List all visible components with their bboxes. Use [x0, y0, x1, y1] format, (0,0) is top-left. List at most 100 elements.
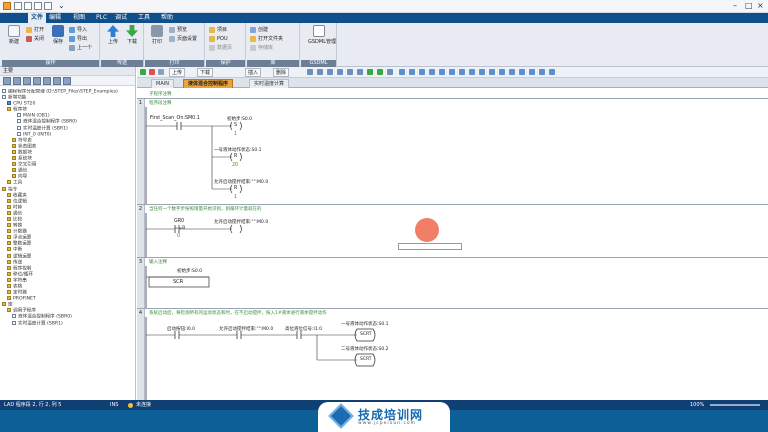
menu-edit[interactable]: 编辑 — [46, 13, 64, 23]
toolbar-icon-c[interactable] — [327, 69, 333, 75]
save-button[interactable]: 保存 — [49, 25, 67, 45]
folder-icon — [7, 192, 11, 197]
toolbar-icon-f[interactable] — [357, 69, 363, 75]
previous-button[interactable]: 上一个 — [69, 44, 92, 52]
toolbar-icon-g[interactable] — [367, 69, 373, 75]
tab-main[interactable]: MAIN — [151, 79, 174, 88]
tree-tool-icon-1[interactable] — [3, 77, 11, 85]
toolbar-icon-r[interactable] — [479, 69, 485, 75]
delete-button[interactable]: 删除 — [273, 68, 290, 77]
toolbar-icon-h[interactable] — [377, 69, 383, 75]
menu-tools[interactable]: 工具 — [135, 13, 153, 23]
print-icon[interactable] — [44, 2, 52, 10]
protect-project-button[interactable]: 项目 — [209, 26, 227, 34]
toolbar-icon-x[interactable] — [539, 69, 545, 75]
stop-icon[interactable] — [149, 69, 155, 75]
toolbar-icon-u[interactable] — [509, 69, 515, 75]
save-icon[interactable] — [34, 2, 42, 10]
tree-tool-icon-5[interactable] — [43, 77, 51, 85]
menu-plc[interactable]: PLC — [93, 13, 110, 23]
ribbon-group-transfer: 上传 下载 传送 — [101, 23, 144, 67]
tree-tool-icon-3[interactable] — [23, 77, 31, 85]
tree-tool-icon-7[interactable] — [63, 77, 71, 85]
toolbar-icon-k[interactable] — [409, 69, 415, 75]
menu-help[interactable]: 帮助 — [158, 13, 176, 23]
folder-icon — [7, 271, 11, 276]
gsdml-manage-button[interactable]: GSDML管理 — [308, 25, 336, 45]
printer-icon — [151, 25, 163, 37]
toolbar-icon-w[interactable] — [529, 69, 535, 75]
import-button[interactable]: 导入 — [69, 26, 87, 34]
coil-label-3: 允许启动搅拌结束:"":M0.0 — [214, 180, 269, 185]
toolbar-icon-s[interactable] — [489, 69, 495, 75]
menu-debug[interactable]: 调试 — [112, 13, 130, 23]
qa-dropdown-icon[interactable]: ⌄ — [58, 1, 65, 10]
tree-tool-icon-4[interactable] — [33, 77, 41, 85]
toolbar-icon-m[interactable] — [429, 69, 435, 75]
editor-download-button[interactable]: 下载 — [197, 68, 214, 77]
menu-view[interactable]: 视图 — [70, 13, 88, 23]
tree-item-label: 移位/循环 — [13, 272, 33, 278]
new-icon[interactable] — [14, 2, 22, 10]
close-icon[interactable]: × — [757, 1, 764, 10]
store-library-button[interactable]: 存储库 — [250, 44, 273, 52]
toolbar-icon-t[interactable] — [499, 69, 505, 75]
toolbar-icon-o[interactable] — [449, 69, 455, 75]
tab-realtime-temperature[interactable]: 实时温度计算 — [249, 79, 290, 88]
print-button[interactable]: 打印 — [148, 25, 166, 45]
tree-item-label: 收藏夹 — [13, 193, 27, 199]
export-button[interactable]: 导出 — [69, 35, 87, 43]
run-icon[interactable] — [140, 69, 146, 75]
protect-pou-button[interactable]: POU — [209, 35, 228, 43]
menu-file[interactable]: 文件 — [28, 13, 47, 23]
rung-4[interactable]: 4 系统启动后，将检测所有的运动状态和时，在不启动搅拌，按入1#液体进行液体搅拌… — [137, 308, 768, 401]
page-setup-button[interactable]: 页面设置 — [169, 35, 197, 43]
upload-button[interactable]: 上传 — [104, 25, 122, 45]
contact-compare: ==B — [175, 226, 186, 231]
toolbar-icon-q[interactable] — [469, 69, 475, 75]
folder-icon — [2, 302, 6, 307]
tree-tool-icon-2[interactable] — [13, 77, 21, 85]
folder-icon — [7, 180, 11, 185]
coil-label: 允许启动搅拌结束:"":M0.0 — [214, 220, 269, 225]
rung-3[interactable]: 3 输入注释 初始步:S0.0 SCR — [137, 257, 768, 309]
open-folder-button[interactable]: 打开文件夹 — [250, 35, 283, 43]
new-button[interactable]: 新建 — [5, 25, 23, 45]
tree-item[interactable]: 实时温度计算 (SBR1) — [0, 320, 135, 327]
tree-item-label: 传送 — [13, 260, 23, 266]
toolbar-icon-l[interactable] — [419, 69, 425, 75]
minimize-icon[interactable]: – — [733, 1, 737, 10]
folder-icon — [26, 27, 32, 33]
zoom-slider[interactable] — [710, 404, 760, 406]
close-button[interactable]: 关闭 — [26, 35, 44, 43]
editor-upload-button[interactable]: 上传 — [169, 68, 186, 77]
toolbar-icon-e[interactable] — [347, 69, 353, 75]
toolbar-icon-p[interactable] — [459, 69, 465, 75]
protect-data-page-button[interactable]: 数据页 — [209, 44, 232, 52]
open-icon[interactable] — [24, 2, 32, 10]
floppy-icon — [52, 25, 64, 37]
preview-button[interactable]: 预览 — [169, 26, 187, 34]
app-logo-icon — [3, 2, 11, 10]
toolbar-icon-j[interactable] — [399, 69, 405, 75]
toolbar-icon-n[interactable] — [439, 69, 445, 75]
toolbar-icon-a[interactable] — [307, 69, 313, 75]
tab-liquid-mix-control[interactable]: 液体混合控制程序 — [183, 79, 234, 88]
restore-icon[interactable]: □ — [745, 1, 753, 10]
toolbar-icon-d[interactable] — [337, 69, 343, 75]
status-mode: INS — [110, 402, 119, 408]
tree-tool-icon-6[interactable] — [53, 77, 61, 85]
create-library-button[interactable]: 创建 — [250, 26, 268, 34]
floating-edit-box[interactable] — [398, 243, 462, 250]
toolbar-icon-i[interactable] — [387, 69, 393, 75]
ribbon-group-operations: 新建 打开 关闭 保存 导入 导出 上一个 操作 — [2, 23, 100, 67]
open-button[interactable]: 打开 — [26, 26, 44, 34]
tree-item-label: 通信 — [13, 211, 23, 217]
toolbar-icon-v[interactable] — [519, 69, 525, 75]
insert-button[interactable]: 插入 — [245, 68, 262, 77]
toolbar-icon-y[interactable] — [549, 69, 555, 75]
download-button[interactable]: 下载 — [123, 25, 141, 45]
toolbar-icon-b[interactable] — [317, 69, 323, 75]
compile-icon[interactable] — [158, 69, 164, 75]
rung-1[interactable]: 1 程序段注释 First_Scan_On:SM0.1 初始步:S0.0 S 1… — [137, 98, 768, 205]
